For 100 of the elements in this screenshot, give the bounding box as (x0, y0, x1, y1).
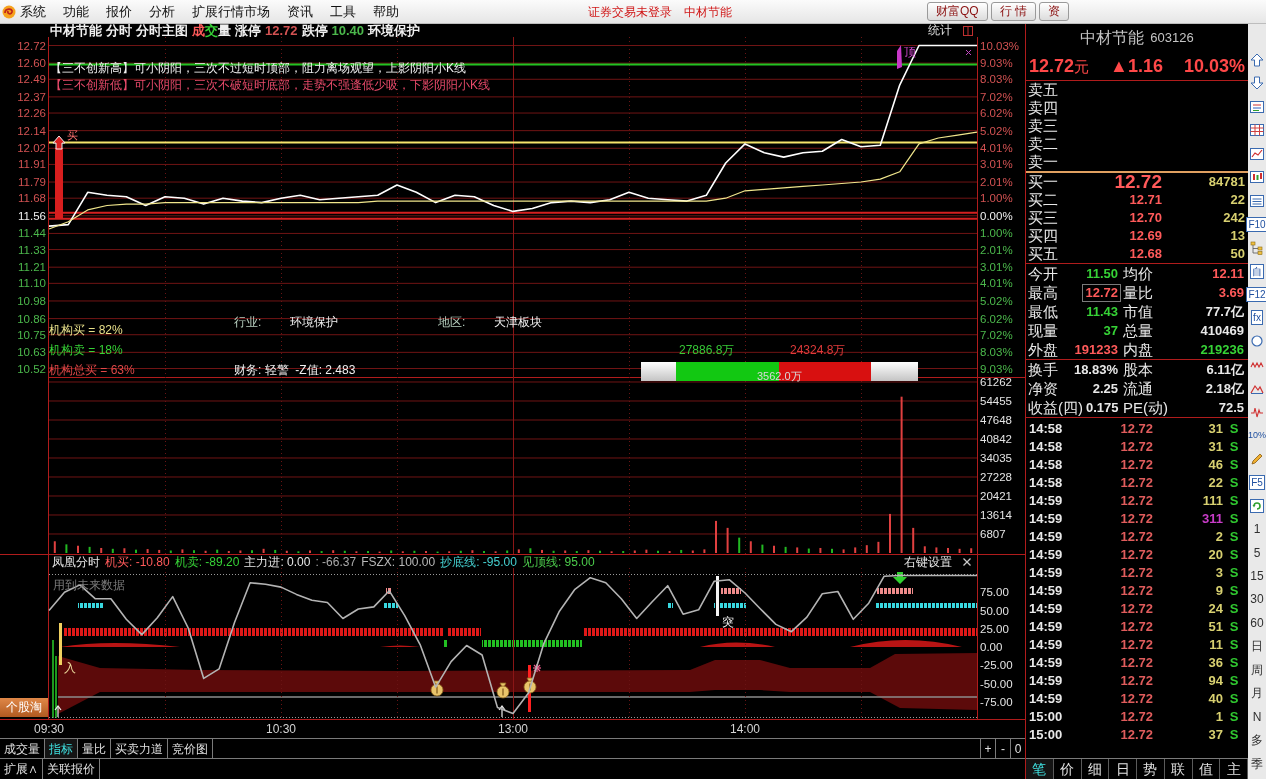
info-value: 环境保护 (290, 315, 338, 329)
tick-time: 14:59 (1029, 654, 1064, 673)
tick-side: S (1229, 708, 1239, 727)
bid-price: 12.72 (1114, 173, 1162, 191)
price-axis-label: 10.52 (17, 362, 46, 375)
indicator-reading: 机买: -10.80 (105, 554, 170, 569)
signal-note: 【三不创新低】可小阴阳，三次不破短时底部，走势不强逢低少吸，下影阴阳小K线 (50, 78, 490, 92)
tick-price: 12.72 (1120, 420, 1153, 439)
tick-volume: 1 (1215, 708, 1223, 727)
bid-label: 买一 (1028, 173, 1059, 191)
tick-time: 15:00 (1029, 726, 1064, 745)
tick-volume: 36 (1208, 654, 1223, 673)
indicator-axis-label: 75.00 (980, 586, 1009, 599)
tick-volume: 37 (1208, 726, 1223, 745)
tick-time: 14:58 (1029, 438, 1064, 457)
bid-volume: 242 (1223, 209, 1245, 228)
tick-volume: 46 (1208, 456, 1223, 475)
price-axis-label: 10.98 (17, 294, 46, 307)
quote-label: 净资 (1028, 379, 1058, 398)
price-axis-label: 12.49 (17, 73, 46, 86)
signal-label: 顶 (904, 45, 916, 59)
tick-time: 14:59 (1029, 492, 1064, 511)
tick-side: S (1229, 438, 1239, 457)
price-axis-label: 12.60 (17, 57, 46, 70)
percent-axis-label: 5.02% (980, 294, 1013, 307)
volume-axis-label: 6807 (980, 528, 1006, 540)
volume-axis-label: 40842 (980, 433, 1012, 445)
price-axis-label: 11.79 (18, 176, 46, 189)
quote-label: 换手 (1028, 360, 1058, 379)
indicator-reading: 抄底线: -95.00 (440, 554, 517, 569)
last-price: 12.72元 (1029, 54, 1090, 78)
institution-ratio: 机构买 = 82% (49, 323, 124, 337)
tick-volume: 94 (1208, 672, 1223, 691)
price-axis-label: 10.86 (17, 312, 46, 325)
time-label: 13:00 (498, 722, 528, 736)
percent-axis-label: 4.01% (980, 277, 1013, 290)
percent-axis-label: 10.03% (980, 39, 1019, 52)
tick-side: S (1229, 564, 1239, 583)
tick-price: 12.72 (1120, 492, 1153, 511)
header-label: 分时主图 (136, 24, 188, 37)
tick-side: S (1229, 456, 1239, 475)
percent-axis-label: 3.01% (980, 158, 1013, 171)
change-percent: 10.03% (1183, 54, 1245, 78)
quote-label: 最高 (1028, 283, 1058, 302)
percent-axis-label: 4.01% (980, 142, 1013, 155)
tick-volume: 111 (1202, 492, 1223, 511)
quote-label: 最低 (1028, 302, 1058, 321)
tick-time: 14:58 (1029, 456, 1064, 475)
tick-volume: 3 (1215, 564, 1223, 583)
price-axis-label: 12.02 (17, 142, 46, 155)
percent-axis-label: 8.03% (980, 346, 1013, 359)
volume-axis-label: 47648 (980, 414, 1012, 426)
tick-price: 12.72 (1120, 582, 1153, 601)
quote-label: 外盘 (1028, 340, 1058, 359)
info-label: 地区: (438, 315, 467, 329)
price-axis-label: 10.63 (17, 346, 46, 359)
quote-value: 77.7亿 (1204, 302, 1245, 321)
tick-side: S (1229, 528, 1239, 547)
tick-side: S (1229, 600, 1239, 619)
indicator-reading: 机卖: -89.20 (174, 554, 240, 569)
price-axis-label: 12.37 (17, 90, 46, 103)
indicator-axis-label: -25.00 (980, 659, 1013, 672)
volume-axis-label: 54455 (980, 395, 1012, 407)
tick-price: 12.72 (1120, 654, 1153, 673)
indicator-reading: FSZX: 100.00 (361, 554, 436, 569)
tick-time: 14:59 (1029, 564, 1064, 583)
tick-volume: 11 (1209, 636, 1223, 655)
bid-price: 12.71 (1129, 191, 1162, 210)
price-axis-label: 11.91 (18, 158, 46, 171)
tick-price: 12.72 (1120, 546, 1153, 565)
price-change: ▲1.16 (1110, 54, 1163, 78)
quote-label: 流通 (1123, 379, 1153, 398)
tick-side: S (1229, 582, 1239, 601)
tick-price: 12.72 (1120, 564, 1153, 583)
volume-axis-label: 13614 (980, 509, 1012, 521)
bid-price: 12.69 (1129, 227, 1162, 246)
ask-label: 卖二 (1028, 135, 1058, 153)
percent-axis-label: 2.01% (980, 243, 1013, 256)
tick-price: 12.72 (1120, 726, 1153, 745)
tick-price: 12.72 (1120, 474, 1153, 493)
tick-side: S (1229, 636, 1239, 655)
quote-label: 市值 (1123, 302, 1153, 321)
bid-volume: 50 (1230, 245, 1245, 264)
tick-price: 12.72 (1120, 618, 1153, 637)
price-axis-label: 11.68 (18, 192, 46, 205)
time-label: 14:00 (730, 722, 760, 736)
quote-value: 219236 (1199, 340, 1245, 359)
ask-label: 卖五 (1028, 81, 1058, 99)
indicator-axis-label: 50.00 (980, 604, 1009, 617)
login-status: 证券交易未登录 (588, 3, 672, 21)
percent-axis-label: 6.02% (980, 107, 1013, 120)
tick-price: 12.72 (1120, 672, 1153, 691)
indicator-axis-label: 0.00 (980, 641, 1003, 653)
institution-ratio: 机构卖 = 18% (49, 343, 124, 357)
quote-value: 410469 (1199, 321, 1245, 340)
quote-value: 12.11 (1211, 264, 1245, 283)
percent-axis-label: 6.02% (980, 312, 1013, 325)
quote-label: 均价 (1123, 264, 1153, 283)
tick-volume: 9 (1215, 582, 1223, 601)
tick-time: 14:59 (1029, 600, 1064, 619)
